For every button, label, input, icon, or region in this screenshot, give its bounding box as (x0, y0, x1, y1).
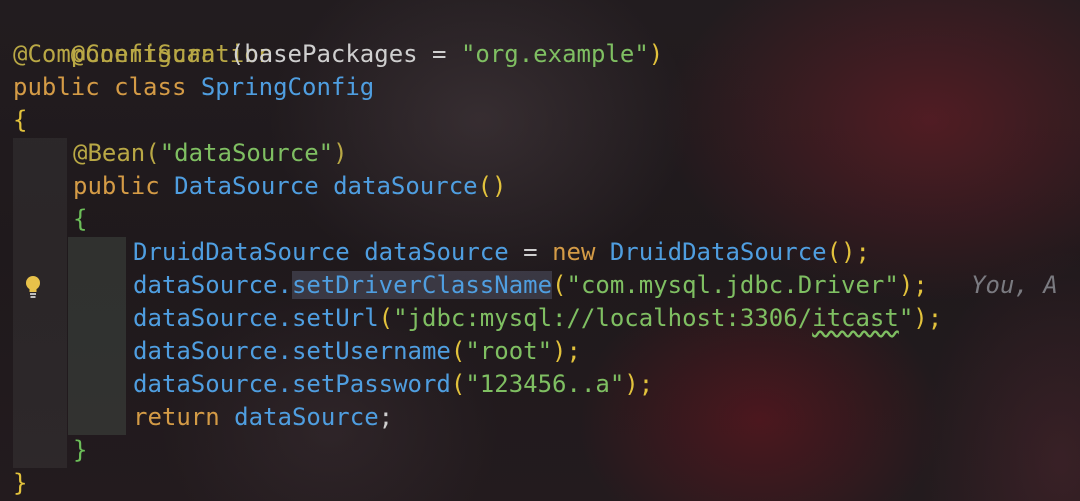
annotation-token: ) (333, 139, 348, 167)
string-token: "root" (465, 337, 553, 365)
paren-token: ) (648, 40, 664, 68)
brace-token: { (73, 205, 88, 233)
keyword-token: return (133, 403, 235, 431)
code-line-12[interactable]: dataSource.setPassword("123456..a"); (133, 368, 653, 401)
code-line-1[interactable]: @Configuration (13, 5, 273, 68)
paren-token: ( (450, 337, 466, 365)
selected-method-token: setDriverClassName (291, 271, 553, 299)
code-line-10[interactable]: dataSource.setUrl("jdbc:mysql://localhos… (133, 302, 942, 335)
type-token: DruidDataSource (133, 238, 350, 266)
string-token: "org.example" (460, 40, 649, 68)
punct-token: ; (378, 403, 394, 431)
punct-token: (basePackages = (215, 40, 461, 68)
variable-token: dataSource. (133, 271, 292, 299)
annotation-token: @Bean( (73, 139, 160, 167)
punct-token: ); (552, 337, 581, 365)
code-line-2[interactable]: @ComponentScan (basePackages = "org.exam… (13, 38, 663, 71)
code-line-13[interactable]: return dataSource; (133, 401, 393, 434)
paren-token: ( (552, 271, 567, 299)
code-line-6[interactable]: public DataSource dataSource() (73, 170, 507, 203)
string-token: " (898, 304, 914, 332)
string-token: "123456..a" (465, 370, 625, 398)
paren-token: () (477, 172, 507, 200)
type-token: DataSource (174, 172, 319, 200)
string-token: "dataSource" (159, 139, 334, 167)
method-call-token: dataSource.setPassword (133, 370, 451, 398)
code-line-4[interactable]: { (13, 104, 27, 137)
punct-token: ); (913, 304, 943, 332)
variable-token: dataSource (349, 238, 509, 266)
method-name-token: dataSource (333, 172, 478, 200)
type-token: DruidDataSource (609, 238, 827, 266)
punct-token: = (508, 238, 553, 266)
paren-token: ( (378, 304, 394, 332)
brace-token: } (13, 469, 28, 497)
typo-underlined-token: itcast (812, 304, 899, 332)
lightbulb-icon[interactable] (24, 274, 42, 300)
code-line-3[interactable]: public class SpringConfig (13, 71, 374, 104)
code-line-9[interactable]: dataSource.setDriverClassName("com.mysql… (133, 269, 1058, 302)
code-line-15[interactable]: } (13, 467, 27, 500)
code-line-5[interactable]: @Bean("dataSource") (73, 137, 348, 170)
indent-guide-level-2 (68, 237, 126, 435)
brace-token: } (73, 436, 88, 464)
indent-guide-level-1 (13, 138, 67, 468)
code-line-8[interactable]: DruidDataSource dataSource = new DruidDa… (133, 236, 870, 269)
string-token: "jdbc:mysql://localhost:3306/ (393, 304, 813, 332)
annotation-token: @ComponentScan (13, 40, 216, 68)
code-line-11[interactable]: dataSource.setUsername("root"); (133, 335, 581, 368)
variable-token: dataSource (234, 403, 379, 431)
keyword-token: public class (13, 73, 201, 101)
keyword-token: new (552, 238, 610, 266)
punct-token: (); (826, 238, 870, 266)
class-name-token: SpringConfig (200, 73, 375, 101)
string-token: "com.mysql.jdbc.Driver" (566, 271, 899, 299)
git-blame-hint[interactable]: You, A (928, 271, 1058, 299)
code-line-14[interactable]: } (73, 434, 87, 467)
brace-token: { (13, 106, 28, 134)
paren-token: ( (450, 370, 466, 398)
punct-token: ); (624, 370, 654, 398)
method-call-token: dataSource.setUrl (133, 304, 379, 332)
code-line-7[interactable]: { (73, 203, 87, 236)
keyword-token: public (73, 172, 175, 200)
punct-token: ); (898, 271, 928, 299)
method-call-token: dataSource.setUsername (133, 337, 451, 365)
